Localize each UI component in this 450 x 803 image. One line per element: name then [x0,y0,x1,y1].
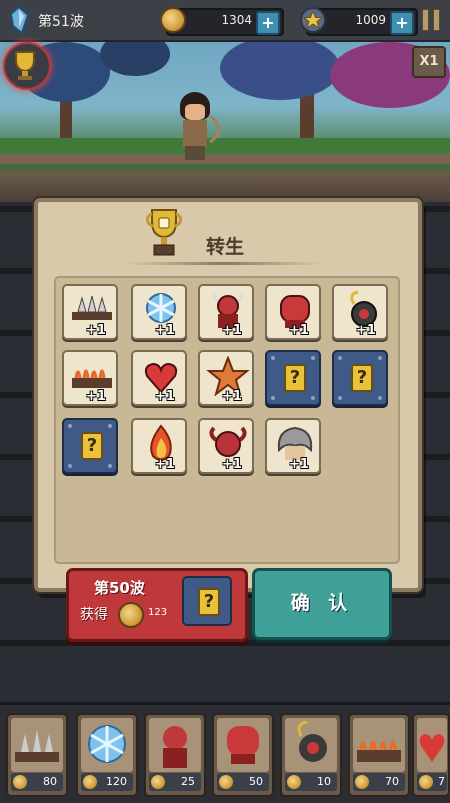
trophy-button[interactable] [3,42,51,90]
item-card-ice-crystal[interactable]: +1 [131,284,187,340]
item-card-ram-skull[interactable]: +1 [198,418,254,474]
star-counter: 1009 + [300,7,418,36]
coin-icon [118,602,144,628]
coin-icon [419,775,433,789]
spike-trap-icon [72,295,112,320]
wave-crystal-icon [9,6,30,34]
shop-slot-spike-trap[interactable]: 80 [6,713,68,797]
shop-slot-horned-warrior[interactable]: 25 [144,713,206,797]
reward-wave-label: 第50波 [94,579,145,597]
speed-toggle-button[interactable]: X1 [412,46,446,78]
wave-counter: 第51波 [38,14,84,30]
item-card-flame[interactable]: +1 [131,418,187,474]
coin-icon [287,775,301,789]
reward-get-label: 获得 [80,607,108,623]
fire-trap-icon [357,740,401,762]
item-card-boxing-glove[interactable]: +1 [265,284,321,340]
coin-icon [219,775,233,789]
coin-icon [83,775,97,789]
item-card-starfish[interactable]: +1 [198,350,254,406]
shop-slot-ice-crystal[interactable]: 120 [76,713,138,797]
top-bar: 第51波 1304 + 1009 + [0,0,450,42]
heart-potion-icon [419,734,445,762]
horned-warrior-icon [163,726,187,768]
star-icon [300,7,326,33]
coin-icon [160,7,186,33]
item-card-heart-potion[interactable]: +1 [131,350,187,406]
title-divider [126,262,322,265]
trophy-icon [15,51,35,80]
question-mark-icon: ? [351,364,373,392]
shop-bar: 80 120 25 50 10 70 7 [0,702,450,803]
question-mark-icon: ? [198,588,220,616]
item-card-unknown[interactable]: ? [332,350,388,406]
item-card-grey-hair[interactable]: +1 [265,418,321,474]
star-amount: 1009 [355,13,386,27]
dialog-title: 转生 [206,236,245,258]
reward-mystery-card: ? [182,576,232,626]
spike-trap-icon [15,730,59,762]
item-card-bomb[interactable]: +1 [332,284,388,340]
battle-scene [0,42,450,202]
shop-slot-boxing-glove[interactable]: 50 [212,713,274,797]
trophy-icon [146,209,182,256]
item-card-horned-warrior[interactable]: +1 [198,284,254,340]
boxing-glove-icon [227,726,259,764]
buy-stars-button[interactable]: + [390,11,414,35]
ice-crystal-icon [88,725,126,763]
shop-slot-heart-potion[interactable]: 7 [412,713,450,797]
question-mark-icon: ? [284,364,306,392]
item-card-spike-trap[interactable]: +1 [62,284,118,340]
reward-amount: 123 [148,607,168,618]
shop-slot-fire-trap[interactable]: 70 [348,713,410,797]
coin-icon [355,775,369,789]
bomb-icon [297,720,327,762]
coin-amount: 1304 [221,13,252,27]
pause-button[interactable] [420,9,442,31]
item-card-fire-trap[interactable]: +1 [62,350,118,406]
coin-icon [13,775,27,789]
question-mark-icon: ? [81,432,103,460]
coin-icon [151,775,165,789]
coin-counter: 1304 + [160,7,284,36]
bow-icon [209,114,221,144]
confirm-button[interactable]: 确 认 [252,568,392,640]
fire-trap-icon [72,369,112,388]
buy-coins-button[interactable]: + [256,11,280,35]
shop-slot-bomb[interactable]: 10 [280,713,342,797]
item-card-unknown[interactable]: ? [265,350,321,406]
item-card-unknown[interactable]: ? [62,418,118,474]
